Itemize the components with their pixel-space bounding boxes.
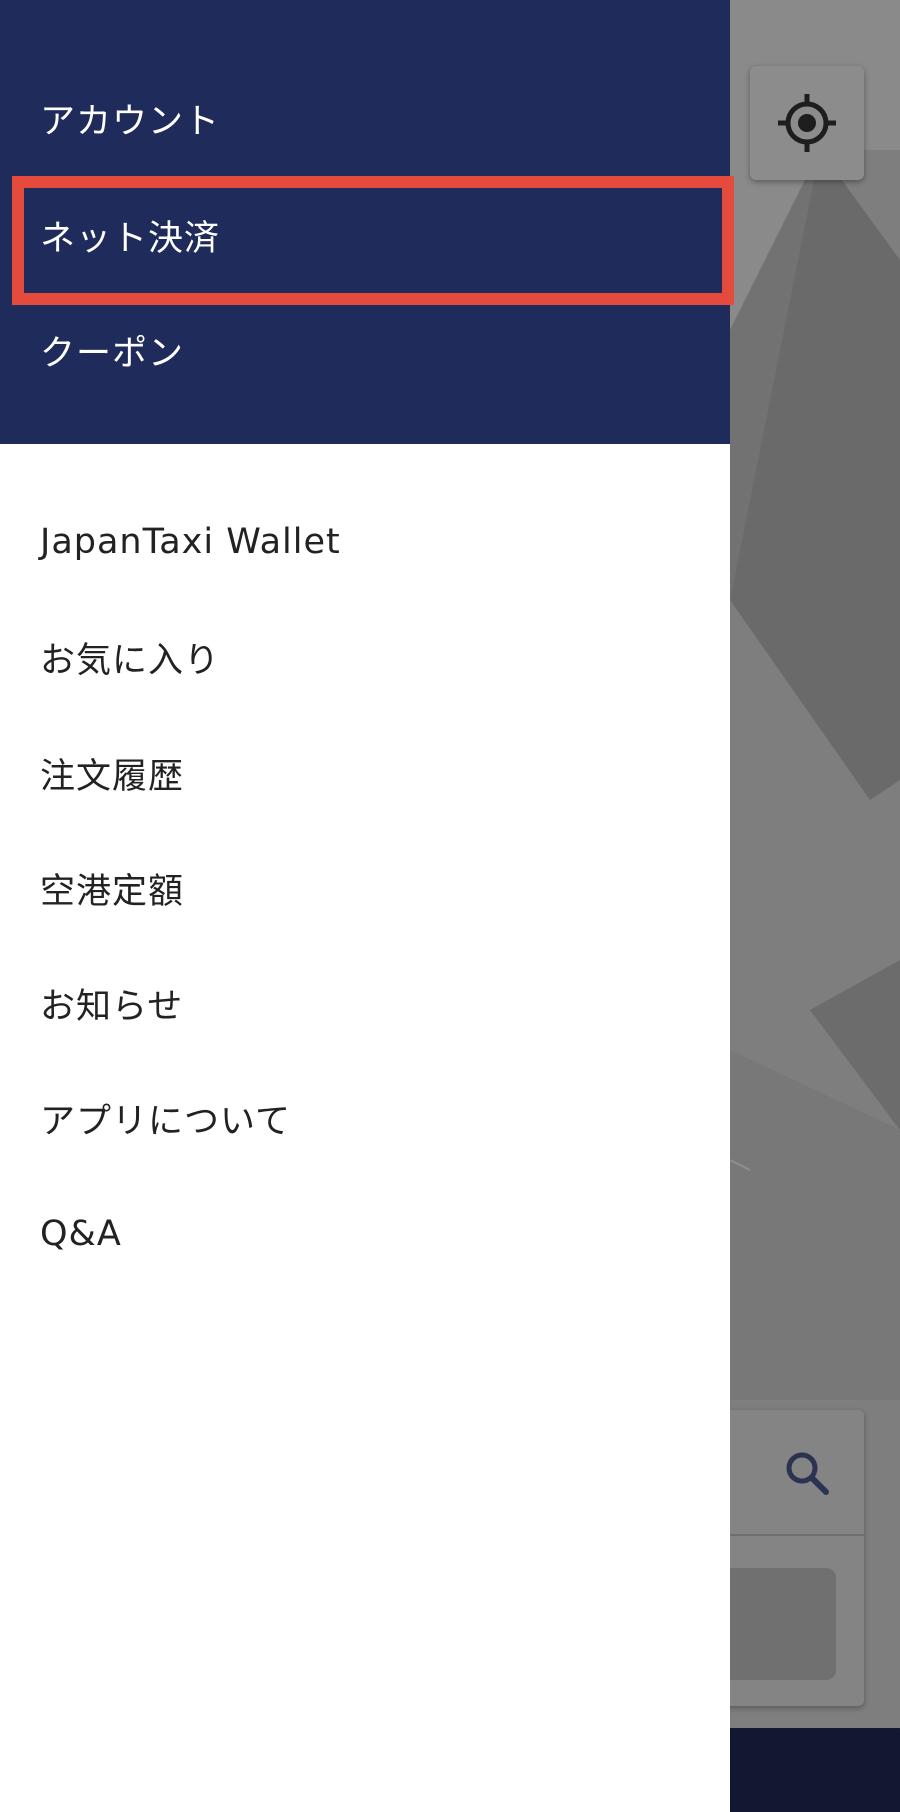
crosshair-icon bbox=[778, 94, 836, 152]
drawer-header: アカウント ネット決済 クーポン bbox=[0, 0, 734, 444]
navigation-drawer: アカウント ネット決済 クーポン JapanTaxi Wallet お気に入り … bbox=[0, 0, 734, 1812]
app-screen: アカウント ネット決済 クーポン JapanTaxi Wallet お気に入り … bbox=[0, 0, 900, 1812]
menu-item-order-history[interactable]: 注文履歴 bbox=[40, 733, 184, 813]
menu-item-favorites[interactable]: お気に入り bbox=[40, 617, 220, 697]
menu-item-notifications[interactable]: お知らせ bbox=[40, 963, 183, 1043]
menu-item-about-app[interactable]: アプリについて bbox=[40, 1078, 291, 1158]
menu-item-net-payment[interactable]: ネット決済 bbox=[40, 195, 220, 275]
search-button[interactable] bbox=[780, 1446, 834, 1500]
search-icon bbox=[786, 1452, 829, 1495]
locate-me-button[interactable] bbox=[750, 66, 864, 180]
menu-item-wallet[interactable]: JapanTaxi Wallet bbox=[40, 502, 341, 582]
menu-item-airport-flat-rate[interactable]: 空港定額 bbox=[40, 848, 184, 928]
menu-item-coupon[interactable]: クーポン bbox=[40, 310, 184, 390]
menu-item-account[interactable]: アカウント bbox=[40, 78, 220, 158]
menu-item-faq[interactable]: Q&A bbox=[40, 1194, 122, 1274]
